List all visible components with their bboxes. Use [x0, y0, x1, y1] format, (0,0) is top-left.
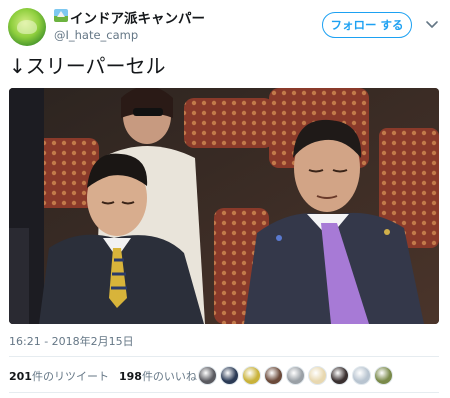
liker-avatar-4[interactable]	[264, 366, 283, 385]
liker-avatar-5[interactable]	[286, 366, 305, 385]
liker-avatar-9[interactable]	[374, 366, 393, 385]
follow-button[interactable]: フォロー する	[322, 12, 412, 38]
author-display-name[interactable]: インドア派キャンパー	[70, 7, 205, 27]
retweets-label[interactable]: 件のリツイート	[32, 370, 109, 383]
camp-picture-icon	[54, 9, 68, 22]
liker-avatar-1[interactable]	[198, 366, 217, 385]
liker-avatar-3[interactable]	[242, 366, 261, 385]
tweet-stats: 201件のリツイート 198件のいいね	[9, 368, 197, 384]
retweets-count[interactable]: 201	[9, 370, 32, 383]
author-handle[interactable]: @I_hate_camp	[54, 28, 138, 42]
liker-avatar-6[interactable]	[308, 366, 327, 385]
author-avatar[interactable]	[8, 8, 46, 46]
liker-avatar-7[interactable]	[330, 366, 349, 385]
likes-count[interactable]: 198	[119, 370, 142, 383]
divider	[9, 356, 439, 357]
tweet-header: インドア派キャンパー @I_hate_camp フォロー する	[0, 0, 450, 50]
tweet-text: ↓スリーパーセル	[9, 54, 166, 78]
tweet-photo[interactable]	[9, 88, 439, 324]
liker-avatar-2[interactable]	[220, 366, 239, 385]
chevron-down-icon[interactable]	[425, 17, 439, 31]
tweet-timestamp[interactable]: 16:21 - 2018年2月15日	[9, 333, 134, 349]
likes-label[interactable]: 件のいいね	[142, 370, 197, 383]
liker-avatars	[198, 366, 398, 386]
divider	[9, 392, 439, 393]
photo-illustration	[9, 88, 439, 324]
liker-avatar-8[interactable]	[352, 366, 371, 385]
